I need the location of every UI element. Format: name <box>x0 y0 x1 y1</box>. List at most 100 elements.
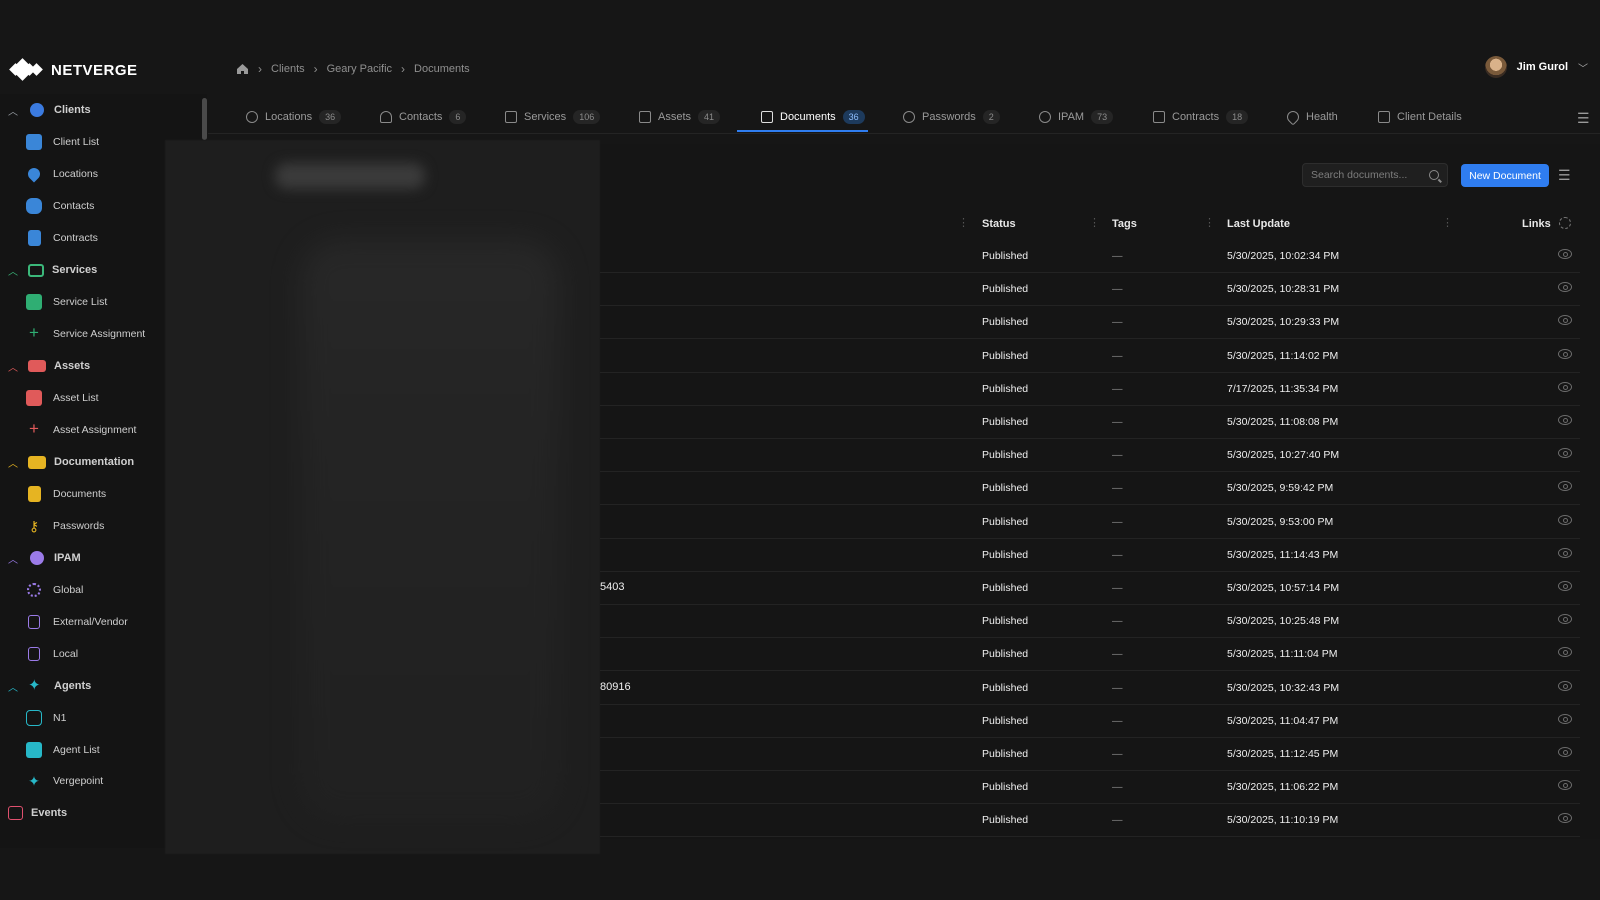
eye-icon[interactable] <box>1558 282 1572 293</box>
tab-contacts[interactable]: Contacts 6 <box>380 107 467 127</box>
eye-icon[interactable] <box>1558 448 1572 459</box>
table-row[interactable]: Published — 5/30/2025, 10:02:34 PM <box>600 240 1580 273</box>
sidebar-item-service-list[interactable]: Service List <box>26 292 107 312</box>
chevron-up-icon[interactable]: ︿ <box>8 679 20 694</box>
sidebar-item-events[interactable]: Events <box>0 803 67 823</box>
column-resize-handle[interactable]: ⋮ <box>1204 216 1215 229</box>
eye-icon[interactable] <box>1558 514 1572 525</box>
table-row[interactable]: Published — 5/30/2025, 11:04:47 PM <box>600 705 1580 738</box>
sidebar-item-agent-list[interactable]: Agent List <box>26 740 100 760</box>
chevron-up-icon[interactable]: ︿ <box>8 103 20 118</box>
column-resize-handle[interactable]: ⋮ <box>1089 216 1100 229</box>
eye-icon[interactable] <box>1558 315 1572 326</box>
sidebar-item-passwords[interactable]: ⚷ Passwords <box>26 516 105 536</box>
tab-documents[interactable]: Documents 36 <box>761 107 865 127</box>
sidebar-group-assets[interactable]: ︿ Assets <box>0 356 90 376</box>
sidebar-scrollbar[interactable] <box>202 98 207 140</box>
eye-icon[interactable] <box>1558 680 1572 691</box>
table-row[interactable]: Published — 5/30/2025, 9:53:00 PM <box>600 506 1580 539</box>
table-row[interactable]: Published — 5/30/2025, 10:25:48 PM <box>600 605 1580 639</box>
search-input[interactable] <box>1311 169 1426 181</box>
table-row[interactable]: Published — 5/30/2025, 10:57:14 PM 5403 <box>600 572 1580 605</box>
eye-icon[interactable] <box>1558 415 1572 425</box>
search-box[interactable] <box>1302 163 1448 187</box>
tab-ipam[interactable]: IPAM 73 <box>1039 107 1114 127</box>
sidebar-group-services[interactable]: ︿ Services <box>0 260 97 280</box>
column-header-last-update[interactable]: Last Update <box>1227 214 1290 234</box>
breadcrumb-client-name[interactable]: Geary Pacific <box>327 63 392 75</box>
column-resize-handle[interactable]: ⋮ <box>958 216 969 229</box>
user-menu[interactable]: Jim Gurol ﹀ <box>1484 56 1588 78</box>
document-name-fragment[interactable]: 5403 <box>600 581 624 593</box>
new-document-button[interactable]: New Document <box>1461 164 1549 187</box>
eye-icon[interactable] <box>1558 813 1572 824</box>
netverge-logo[interactable]: NETVERGE <box>9 58 138 81</box>
table-row[interactable]: Published — 5/30/2025, 11:11:04 PM <box>600 638 1580 672</box>
tab-assets[interactable]: Assets 41 <box>639 107 721 127</box>
sidebar-item-contracts[interactable]: Contracts <box>26 228 98 248</box>
sidebar-item-client-list[interactable]: Client List <box>26 132 99 152</box>
sidebar-item-asset-list[interactable]: Asset List <box>26 388 99 408</box>
table-row[interactable]: Published — 5/30/2025, 11:12:45 PM <box>600 738 1580 771</box>
table-row[interactable]: Published — 5/30/2025, 10:29:33 PM <box>600 306 1580 340</box>
sidebar-group-documentation[interactable]: ︿ Documentation <box>0 452 134 472</box>
eye-icon[interactable] <box>1558 647 1572 658</box>
eye-icon[interactable] <box>1558 747 1572 757</box>
home-icon[interactable] <box>236 63 249 75</box>
list-options-icon[interactable]: ☰ <box>1558 167 1571 184</box>
chevron-up-icon[interactable]: ︿ <box>8 359 20 374</box>
eye-icon[interactable] <box>1558 614 1572 625</box>
eye-icon[interactable] <box>1558 348 1572 359</box>
sidebar-item-contacts[interactable]: Contacts <box>26 196 94 216</box>
tab-locations[interactable]: Locations 36 <box>246 107 342 127</box>
tab-client-details[interactable]: Client Details <box>1378 107 1462 127</box>
document-name-fragment[interactable]: 80916 <box>600 681 631 693</box>
tab-services[interactable]: Services 106 <box>505 107 601 127</box>
sidebar-item-asset-assignment[interactable]: + Asset Assignment <box>26 420 136 440</box>
menu-icon[interactable]: ☰ <box>1577 110 1590 127</box>
chevron-up-icon[interactable]: ︿ <box>8 455 20 470</box>
eye-icon[interactable] <box>1558 780 1572 791</box>
chevron-up-icon[interactable]: ︿ <box>8 263 20 278</box>
tab-passwords[interactable]: Passwords 2 <box>903 107 1000 127</box>
eye-icon[interactable] <box>1558 713 1572 724</box>
user-name[interactable]: Jim Gurol <box>1517 61 1568 73</box>
breadcrumb-clients[interactable]: Clients <box>271 63 305 75</box>
table-row[interactable]: Published — 5/30/2025, 10:32:43 PM 80916 <box>600 672 1580 705</box>
table-row[interactable]: Published — 5/30/2025, 11:14:02 PM <box>600 340 1580 373</box>
sidebar-item-global[interactable]: Global <box>26 580 83 600</box>
tab-health[interactable]: Health <box>1284 107 1338 127</box>
eye-icon[interactable] <box>1558 249 1572 259</box>
gear-icon[interactable] <box>1559 217 1571 229</box>
sidebar-group-ipam[interactable]: ︿ IPAM <box>0 548 81 568</box>
table-row[interactable]: Published — 5/30/2025, 11:10:19 PM <box>600 804 1580 838</box>
eye-icon[interactable] <box>1558 581 1572 591</box>
tab-contracts[interactable]: Contracts 18 <box>1153 107 1249 127</box>
table-row[interactable]: Published — 7/17/2025, 11:35:34 PM <box>600 373 1580 406</box>
sidebar-item-service-assignment[interactable]: + Service Assignment <box>26 324 145 344</box>
table-row[interactable]: Published — 5/30/2025, 10:27:40 PM <box>600 439 1580 473</box>
table-row[interactable]: Published — 5/30/2025, 11:06:22 PM <box>600 771 1580 805</box>
chevron-down-icon[interactable]: ﹀ <box>1578 60 1588 75</box>
sidebar-group-clients[interactable]: ︿ Clients <box>0 100 91 120</box>
eye-icon[interactable] <box>1558 481 1572 492</box>
column-resize-handle[interactable]: ⋮ <box>1442 216 1453 229</box>
column-header-status[interactable]: Status <box>982 214 1016 234</box>
table-row[interactable]: Published — 5/30/2025, 10:28:31 PM <box>600 273 1580 307</box>
eye-icon[interactable] <box>1558 547 1572 558</box>
sidebar-item-n1[interactable]: N1 <box>26 708 66 728</box>
sidebar-item-local[interactable]: Local <box>26 644 78 664</box>
sidebar-item-external-vendor[interactable]: External/Vendor <box>26 612 128 632</box>
table-row[interactable]: Published — 5/30/2025, 11:14:43 PM <box>600 539 1580 572</box>
eye-icon[interactable] <box>1558 381 1572 392</box>
search-icon[interactable] <box>1429 170 1439 180</box>
sidebar-group-agents[interactable]: ︿ ✦ Agents <box>0 676 91 696</box>
sidebar-item-vergepoint[interactable]: ✦ Vergepoint <box>26 771 103 791</box>
chevron-up-icon[interactable]: ︿ <box>8 551 20 566</box>
sidebar-item-locations[interactable]: Locations <box>25 164 98 184</box>
table-row[interactable]: Published — 5/30/2025, 11:08:08 PM <box>600 406 1580 439</box>
table-row[interactable]: Published — 5/30/2025, 9:59:42 PM <box>600 472 1580 506</box>
sidebar-item-documents[interactable]: Documents <box>26 484 106 504</box>
avatar[interactable] <box>1484 56 1507 78</box>
column-header-tags[interactable]: Tags <box>1112 214 1137 234</box>
